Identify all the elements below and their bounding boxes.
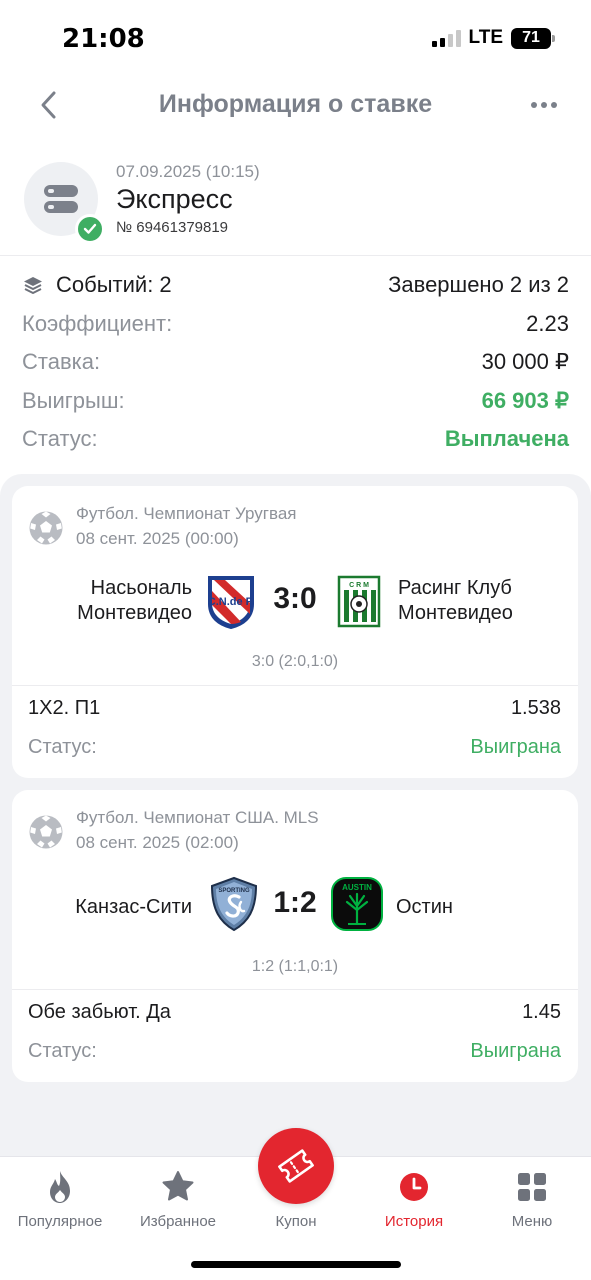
bet-number: № 69461379819 xyxy=(116,219,229,236)
bet-date: 07.09.2025 (10:15) xyxy=(116,162,260,181)
event-date: 08 сент. 2025 (02:00) xyxy=(76,833,239,852)
coupon-button[interactable] xyxy=(258,1128,334,1204)
events-list: Футбол. Чемпионат Уругвая 08 сент. 2025 … xyxy=(0,474,591,1156)
ticket-icon xyxy=(278,1149,314,1183)
summary-row-coef: Коэффициент: 2.23 xyxy=(22,307,569,346)
event-score: 1:2 xyxy=(273,886,317,919)
event-date: 08 сент. 2025 (00:00) xyxy=(76,529,239,548)
events-completed: Завершено 2 из 2 xyxy=(388,272,569,297)
austin-fc-logo: AUSTIN xyxy=(331,877,383,931)
more-button[interactable] xyxy=(525,90,563,120)
divider xyxy=(12,685,578,686)
layers-icon xyxy=(24,277,42,294)
status-indicators: LTE 71 xyxy=(431,27,555,49)
tab-label: Меню xyxy=(511,1213,553,1230)
status-value: Выплачена xyxy=(444,426,569,451)
event-card[interactable]: Футбол. Чемпионат Уругвая 08 сент. 2025 … xyxy=(12,486,578,778)
bet-header: 07.09.2025 (10:15) Экспресс № 6946137981… xyxy=(0,150,591,256)
racing-logo: C R M xyxy=(337,575,381,628)
tab-menu[interactable]: Меню xyxy=(473,1163,591,1235)
event-status-label: Статус: xyxy=(28,1040,97,1062)
event-market: Обе забьют. Да xyxy=(28,1001,171,1023)
signal-icon xyxy=(431,29,461,47)
battery-level: 71 xyxy=(522,29,540,46)
more-dots-icon xyxy=(531,102,537,108)
tab-label: Избранное xyxy=(139,1213,217,1230)
tab-bar: Популярное Избранное Купон История Меню xyxy=(0,1128,591,1280)
coef-label: Коэффициент: xyxy=(22,310,173,336)
event-status: Выиграна xyxy=(470,1040,561,1062)
tab-popular[interactable]: Популярное xyxy=(1,1163,119,1235)
more-dot xyxy=(541,102,547,108)
status-bar: 21:08 LTE 71 xyxy=(0,0,591,70)
tab-label: Популярное xyxy=(17,1213,103,1230)
page-title: Информация о ставке xyxy=(158,90,433,118)
express-icon xyxy=(44,185,78,213)
status-time: 21:08 xyxy=(62,24,145,54)
stake-label: Ставка: xyxy=(22,349,101,374)
clock-icon xyxy=(400,1173,428,1201)
divider xyxy=(12,989,578,990)
summary-row-win: Выигрыш: 66 903 ₽ xyxy=(22,384,569,423)
event-sub-score: 3:0 (2:0,1:0) xyxy=(251,653,339,670)
event-status-label: Статус: xyxy=(28,736,97,758)
event-market: 1X2. П1 xyxy=(28,697,101,719)
battery-icon: 71 xyxy=(511,27,555,49)
soccer-ball-icon xyxy=(29,815,63,849)
nav-bar: Информация о ставке xyxy=(0,72,591,138)
event-sub-score: 1:2 (1:1,0:1) xyxy=(251,958,339,975)
event-league: Футбол. Чемпионат Уругвая xyxy=(76,504,297,523)
austin-logo-text: AUSTIN xyxy=(342,883,372,892)
more-dot xyxy=(551,102,557,108)
stake-value: 30 000 ₽ xyxy=(481,349,569,374)
star-icon xyxy=(162,1171,194,1201)
win-label: Выигрыш: xyxy=(22,387,125,413)
status-label: Статус: xyxy=(22,426,98,451)
event-status: Выиграна xyxy=(470,736,561,758)
summary-events-row: Событий: 2 Завершено 2 из 2 xyxy=(22,268,569,307)
summary-row-status: Статус: Выплачена xyxy=(22,422,569,461)
events-count: Событий: 2 xyxy=(56,272,172,297)
check-badge-icon xyxy=(75,214,105,244)
tab-label: История xyxy=(384,1213,444,1230)
tab-label: Купон xyxy=(275,1213,317,1230)
summary-row-stake: Ставка: 30 000 ₽ xyxy=(22,345,569,384)
win-value: 66 903 ₽ xyxy=(481,387,569,413)
event-odds: 1.45 xyxy=(522,1001,561,1023)
network-type: LTE xyxy=(468,27,503,48)
event-odds: 1.538 xyxy=(510,697,561,719)
flame-icon xyxy=(50,1171,70,1203)
bet-type: Экспресс xyxy=(116,184,233,214)
away-team: Остин xyxy=(396,896,453,918)
coef-value: 2.23 xyxy=(526,310,569,336)
event-league: Футбол. Чемпионат США. MLS xyxy=(76,808,319,827)
away-team: Расинг Клуб Монтевидео xyxy=(398,577,513,624)
event-card[interactable]: Футбол. Чемпионат США. MLS 08 сент. 2025… xyxy=(12,790,578,1082)
racing-logo-text: C R M xyxy=(349,582,369,589)
bet-summary: Событий: 2 Завершено 2 из 2 Коэффициент:… xyxy=(22,268,569,461)
home-indicator xyxy=(191,1261,401,1268)
tab-history[interactable]: История xyxy=(355,1163,473,1235)
soccer-ball-icon xyxy=(29,511,63,545)
tab-favorites[interactable]: Избранное xyxy=(119,1163,237,1235)
grid-icon xyxy=(518,1173,546,1201)
